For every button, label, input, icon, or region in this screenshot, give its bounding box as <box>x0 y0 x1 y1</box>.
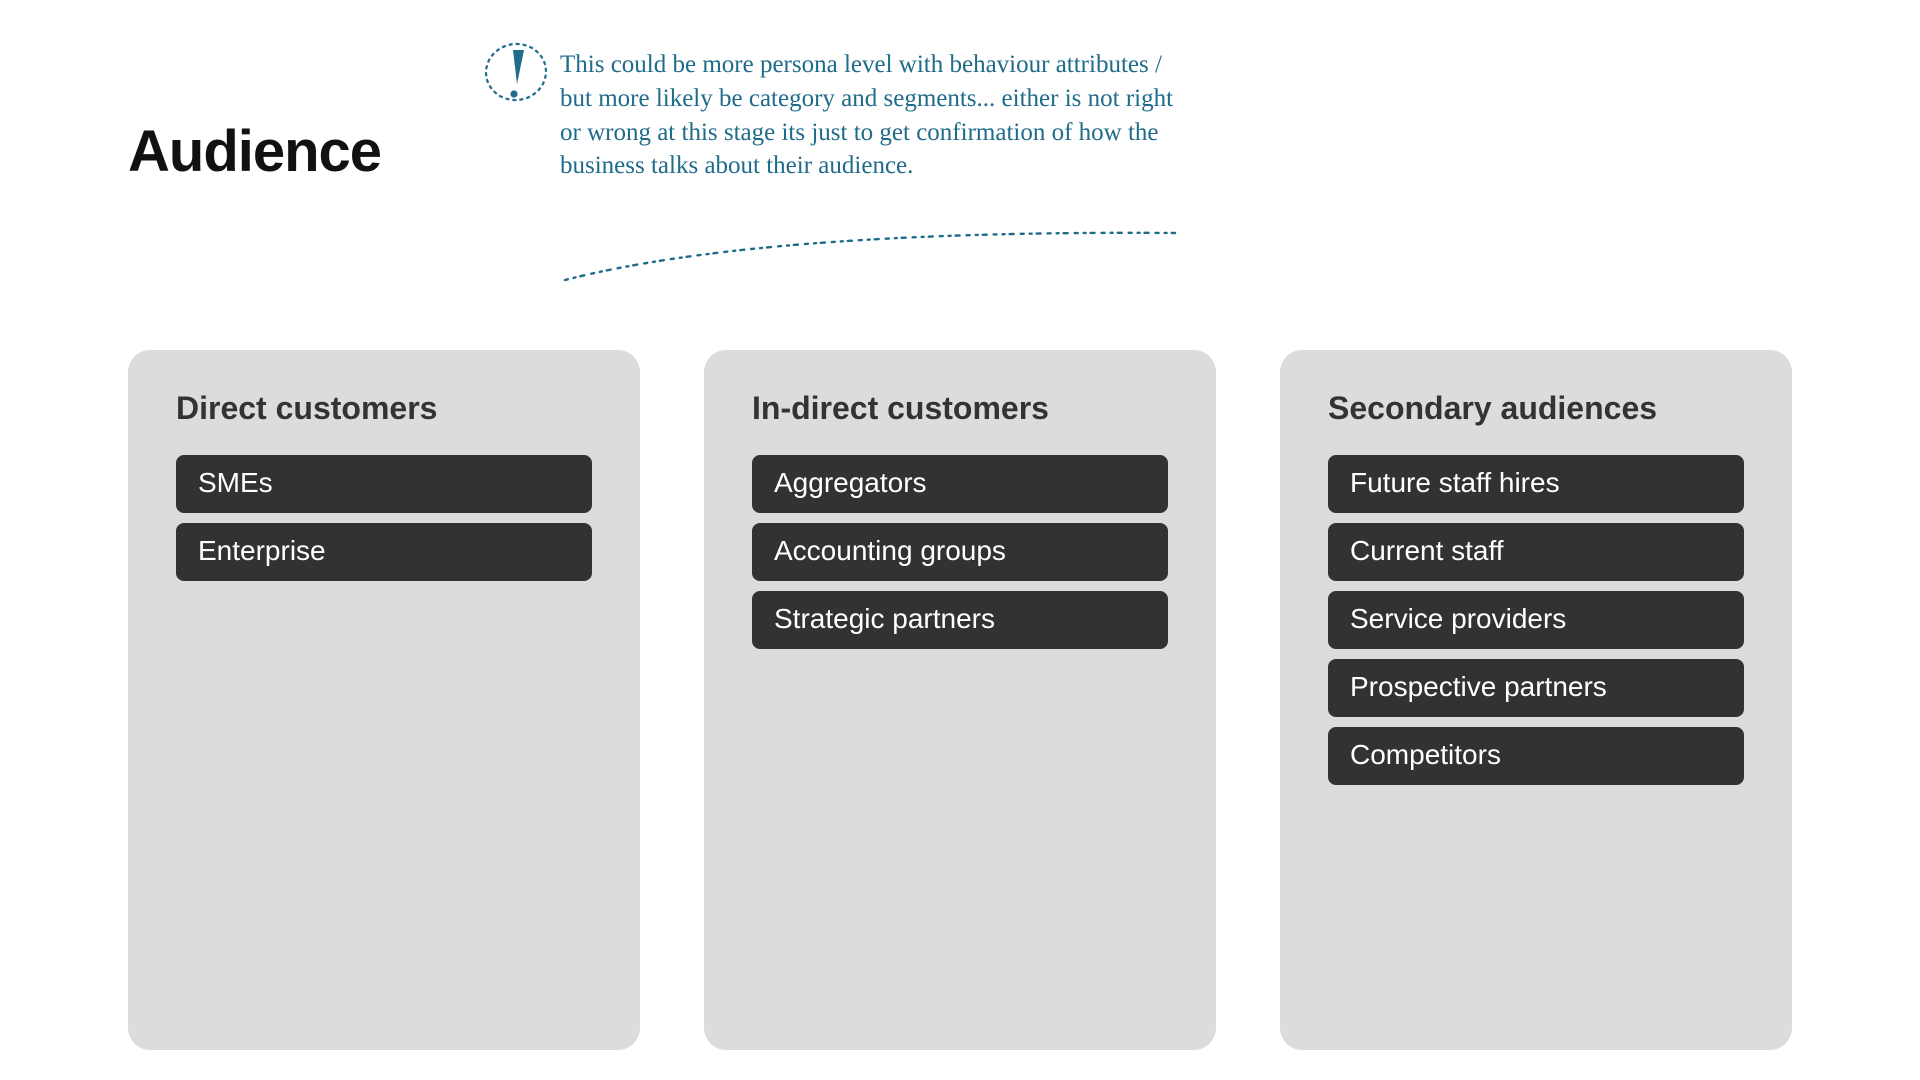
list-item: SMEs <box>176 455 592 513</box>
column-direct-customers: Direct customers SMEs Enterprise <box>128 350 640 1050</box>
list-item: Enterprise <box>176 523 592 581</box>
list-item: Competitors <box>1328 727 1744 785</box>
column-title: Secondary audiences <box>1328 390 1744 427</box>
list-item: Future staff hires <box>1328 455 1744 513</box>
column-secondary-audiences: Secondary audiences Future staff hires C… <box>1280 350 1792 1050</box>
list-item: Aggregators <box>752 455 1168 513</box>
exclamation-circle-icon <box>480 38 552 110</box>
page-title: Audience <box>128 118 381 185</box>
annotation-text: This could be more persona level with be… <box>560 48 1180 183</box>
column-title: Direct customers <box>176 390 592 427</box>
column-indirect-customers: In-direct customers Aggregators Accounti… <box>704 350 1216 1050</box>
list-item: Current staff <box>1328 523 1744 581</box>
list-item: Accounting groups <box>752 523 1168 581</box>
list-item: Prospective partners <box>1328 659 1744 717</box>
column-title: In-direct customers <box>752 390 1168 427</box>
list-item: Service providers <box>1328 591 1744 649</box>
list-item: Strategic partners <box>752 591 1168 649</box>
annotation-underline-icon <box>560 225 1180 295</box>
columns-container: Direct customers SMEs Enterprise In-dire… <box>128 350 1792 1050</box>
